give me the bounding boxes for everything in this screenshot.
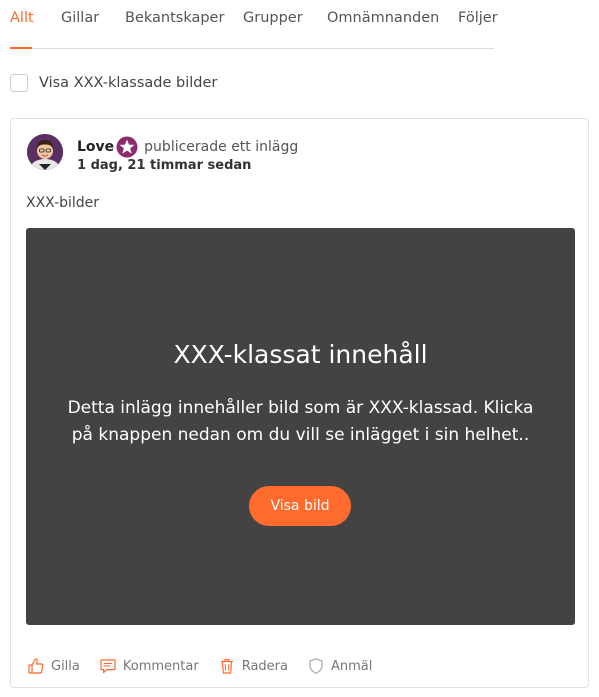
thumbs-up-icon	[28, 658, 44, 674]
tab-foljer[interactable]: Följer	[458, 10, 498, 26]
comment-icon	[100, 659, 116, 674]
star-badge-icon	[116, 136, 138, 158]
comment-button[interactable]: Kommentar	[99, 657, 199, 675]
report-label: Anmäl	[330, 658, 373, 674]
show-image-button[interactable]: Visa bild	[249, 486, 351, 526]
comment-label: Kommentar	[122, 658, 199, 674]
tab-omnamnanden[interactable]: Omnämnanden	[327, 10, 439, 26]
nsfw-filter: Visa XXX-klassade bilder	[10, 72, 217, 94]
nsfw-title: XXX-klassat innehåll	[173, 340, 428, 369]
tab-allt[interactable]: Allt	[10, 10, 34, 26]
post-actions: Gilla Kommentar Radera Anmäl	[27, 657, 391, 675]
show-xxx-label[interactable]: Visa XXX-klassade bilder	[39, 75, 217, 91]
show-xxx-checkbox[interactable]	[10, 74, 28, 92]
tab-grupper[interactable]: Grupper	[243, 10, 303, 26]
author-name[interactable]: Love	[77, 139, 114, 155]
post-header: Love publicerade ett inlägg	[77, 136, 298, 158]
like-label: Gilla	[51, 658, 80, 674]
delete-button[interactable]: Radera	[218, 657, 288, 675]
tab-bekantskaper[interactable]: Bekantskaper	[125, 10, 224, 26]
nsfw-description: Detta inlägg innehåller bild som är XXX-…	[67, 398, 534, 445]
post-card: Love publicerade ett inlägg 1 dag, 21 ti…	[10, 118, 589, 688]
shield-icon	[309, 658, 323, 674]
post-action-text: publicerade ett inlägg	[144, 139, 299, 155]
tab-gillar[interactable]: Gillar	[61, 10, 99, 26]
feed-tabs: Allt Gillar Bekantskaper Grupper Omnämna…	[10, 0, 498, 49]
post-timestamp[interactable]: 1 dag, 21 timmar sedan	[77, 158, 251, 173]
like-button[interactable]: Gilla	[27, 657, 80, 675]
nsfw-overlay: XXX-klassat innehåll Detta inlägg innehå…	[26, 228, 575, 625]
avatar[interactable]	[27, 134, 63, 170]
delete-label: Radera	[241, 658, 288, 674]
post-text: XXX-bilder	[26, 195, 100, 211]
report-button[interactable]: Anmäl	[307, 657, 372, 675]
active-tab-indicator	[10, 47, 32, 49]
trash-icon	[220, 658, 233, 674]
